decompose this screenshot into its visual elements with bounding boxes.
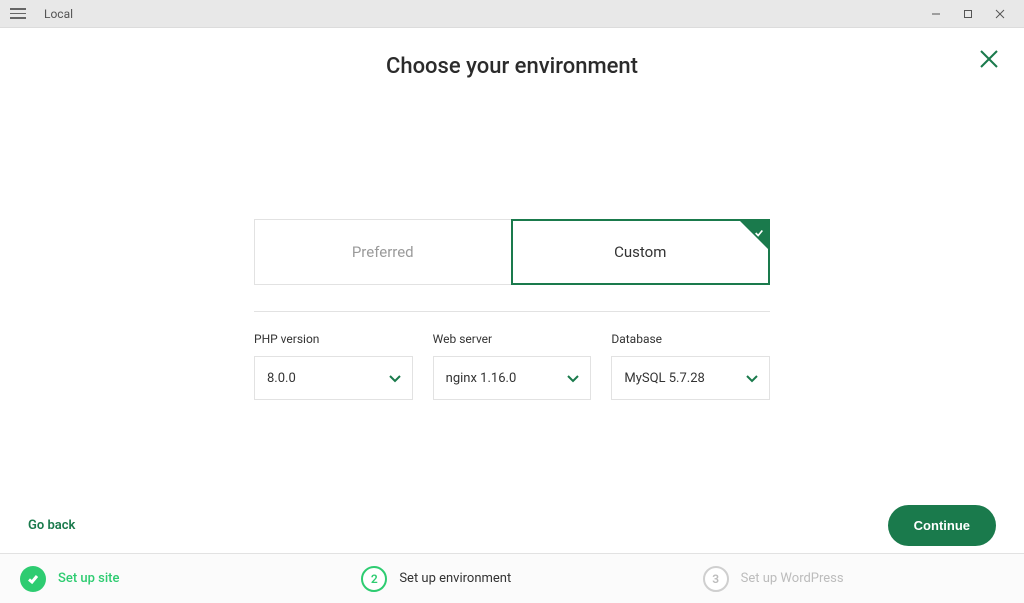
continue-button[interactable]: Continue [888,505,996,546]
check-icon [754,224,764,234]
chevron-down-icon [566,371,580,385]
step-3-circle: 3 [703,566,729,592]
steps-footer: Set up site 2 Set up environment 3 Set u… [0,553,1024,603]
menu-icon[interactable] [10,6,26,22]
go-back-button[interactable]: Go back [28,518,75,533]
close-page-button[interactable] [978,48,1000,70]
php-value: 8.0.0 [267,371,296,386]
step-2-label: Set up environment [399,571,511,586]
environment-tabs: Preferred Custom [254,219,770,285]
tab-custom[interactable]: Custom [511,219,771,285]
database-select[interactable]: MySQL 5.7.28 [611,356,770,400]
tab-custom-label: Custom [614,243,666,261]
step-1: Set up site [0,554,341,603]
page-title: Choose your environment [0,54,1024,79]
webserver-label: Web server [433,332,592,346]
environment-box: Preferred Custom PHP version 8.0.0 [254,219,770,400]
step-2: 2 Set up environment [341,554,682,603]
main-content: Choose your environment Preferred Custom… [0,28,1024,497]
window-controls [920,0,1016,28]
divider [254,311,770,312]
database-label: Database [611,332,770,346]
close-window-button[interactable] [984,0,1016,28]
tab-preferred[interactable]: Preferred [254,219,511,285]
database-value: MySQL 5.7.28 [624,371,704,386]
php-select[interactable]: 8.0.0 [254,356,413,400]
app-title: Local [44,7,73,21]
field-database: Database MySQL 5.7.28 [611,332,770,400]
field-php: PHP version 8.0.0 [254,332,413,400]
minimize-button[interactable] [920,0,952,28]
config-fields: PHP version 8.0.0 Web server nginx 1.16.… [254,332,770,400]
webserver-value: nginx 1.16.0 [446,371,517,386]
step-3-label: Set up WordPress [741,571,844,586]
chevron-down-icon [745,371,759,385]
webserver-select[interactable]: nginx 1.16.0 [433,356,592,400]
action-bar: Go back Continue [0,497,1024,553]
php-label: PHP version [254,332,413,346]
maximize-button[interactable] [952,0,984,28]
step-1-label: Set up site [58,571,119,586]
titlebar: Local [0,0,1024,28]
chevron-down-icon [388,371,402,385]
step-1-circle [20,566,46,592]
step-3: 3 Set up WordPress [683,554,1024,603]
step-2-circle: 2 [361,566,387,592]
tab-preferred-label: Preferred [352,243,414,261]
field-webserver: Web server nginx 1.16.0 [433,332,592,400]
